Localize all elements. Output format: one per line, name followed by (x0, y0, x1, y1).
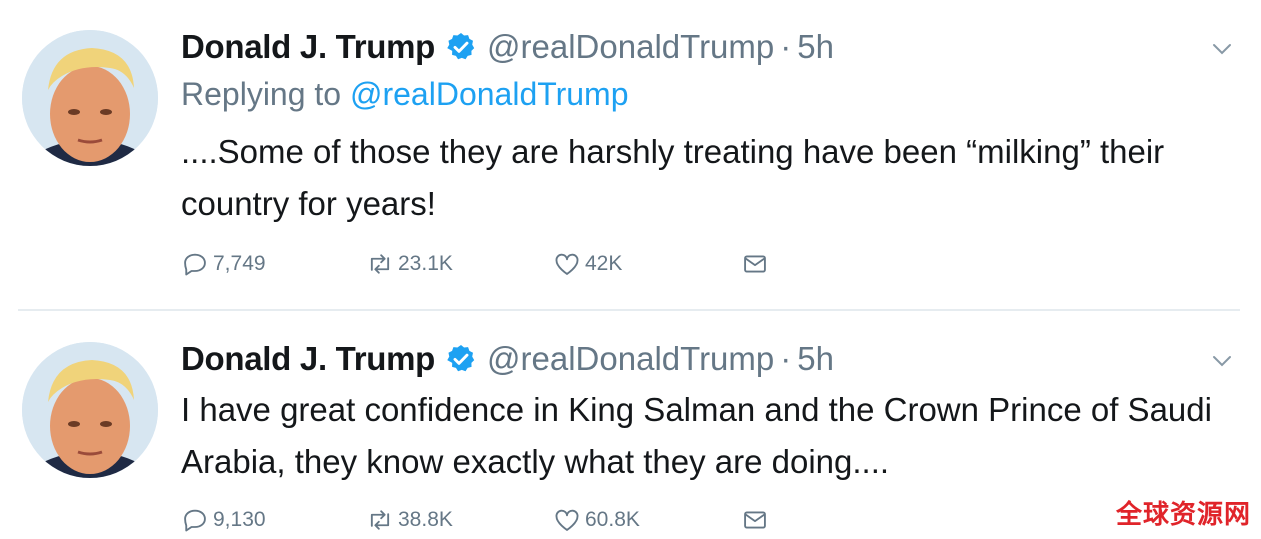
heart-icon (555, 253, 579, 275)
avatar-portrait-image (22, 30, 158, 166)
reply-count: 9,130 (213, 508, 266, 531)
tweet-text: ....Some of those they are harshly treat… (181, 133, 1165, 222)
like-count: 60.8K (585, 508, 640, 531)
timestamp[interactable]: 5h (797, 340, 834, 378)
retweet-icon (370, 510, 390, 530)
avatar[interactable] (22, 30, 158, 166)
retweet-count: 23.1K (398, 252, 453, 275)
tweet[interactable]: Donald J. Trump @realDonaldTrump · 5h I … (0, 312, 1261, 539)
user-handle[interactable]: @realDonaldTrump (487, 340, 774, 378)
reply-count: 7,749 (213, 252, 266, 275)
timestamp[interactable]: 5h (797, 28, 834, 66)
tweet-actions: 9,130 38.8K 60.8K (181, 502, 769, 538)
separator-dot: · (780, 28, 792, 65)
replying-to-label: Replying to (181, 76, 350, 112)
verified-badge-icon (447, 345, 475, 372)
watermark: 全球资源网 (1115, 500, 1251, 530)
avatar[interactable] (22, 342, 158, 478)
reply-button[interactable]: 9,130 (181, 502, 366, 538)
tweet-text: I have great confidence in King Salman a… (181, 391, 1212, 480)
reply-button[interactable]: 7,749 (181, 246, 366, 282)
envelope-icon (744, 255, 766, 273)
retweet-count: 38.8K (398, 508, 453, 531)
retweet-button[interactable]: 23.1K (366, 246, 553, 282)
display-name[interactable]: Donald J. Trump (181, 340, 435, 378)
tweet-divider (18, 309, 1240, 311)
like-button[interactable]: 42K (553, 246, 741, 282)
tweet-header: Donald J. Trump @realDonaldTrump · 5h (181, 26, 834, 68)
replying-to: Replying to @realDonaldTrump (181, 76, 629, 113)
retweet-button[interactable]: 38.8K (366, 502, 553, 538)
chevron-down-icon[interactable] (1211, 38, 1233, 60)
dm-button[interactable] (741, 502, 769, 538)
reply-icon (184, 509, 206, 532)
verified-badge-icon (447, 33, 475, 60)
like-count: 42K (585, 252, 623, 275)
dm-button[interactable] (741, 246, 769, 282)
like-button[interactable]: 60.8K (553, 502, 741, 538)
avatar-portrait-image (22, 342, 158, 478)
tweet-header: Donald J. Trump @realDonaldTrump · 5h (181, 338, 834, 380)
display-name[interactable]: Donald J. Trump (181, 28, 435, 66)
tweet[interactable]: Donald J. Trump @realDonaldTrump · 5h Re… (0, 0, 1261, 310)
reply-icon (184, 253, 206, 276)
user-handle[interactable]: @realDonaldTrump (487, 28, 774, 66)
heart-icon (555, 509, 579, 531)
envelope-icon (744, 511, 766, 529)
separator-dot: · (780, 340, 792, 377)
retweet-icon (370, 254, 390, 274)
chevron-down-icon[interactable] (1211, 350, 1233, 372)
replying-to-link[interactable]: @realDonaldTrump (350, 76, 629, 112)
tweet-actions: 7,749 23.1K 42K (181, 246, 769, 282)
